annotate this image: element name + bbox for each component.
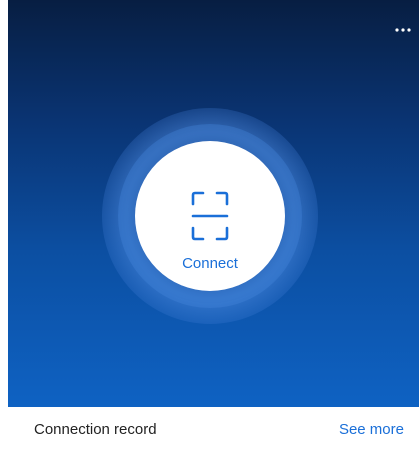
more-options-button[interactable]	[389, 20, 417, 40]
scan-frame-icon	[191, 191, 229, 241]
connection-record-title: Connection record	[34, 421, 157, 438]
more-horizontal-icon	[395, 28, 411, 32]
connect-hero-panel: Connect	[8, 0, 419, 407]
connect-button[interactable]: Connect	[135, 141, 285, 291]
connect-label: Connect	[182, 255, 238, 272]
see-more-link[interactable]: See more	[339, 407, 404, 453]
connection-record-row: Connection record See more	[8, 407, 419, 453]
